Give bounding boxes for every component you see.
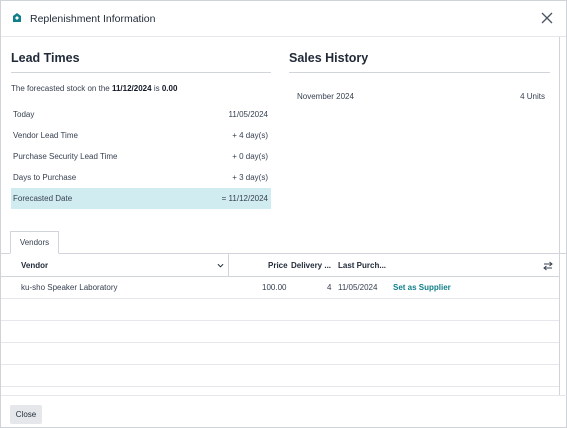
forecast-mid: is <box>153 84 160 93</box>
dialog-title: Replenishment Information <box>30 13 156 25</box>
sales-history-row: November 2024 4 Units <box>297 92 545 101</box>
lead-time-label: Vendor Lead Time <box>13 131 78 140</box>
lead-time-row-days-to-purchase: Days to Purchase + 3 day(s) <box>11 167 271 188</box>
sales-history-title: Sales History <box>289 51 369 65</box>
sales-period: November 2024 <box>297 92 354 101</box>
lead-time-value: 11/05/2024 <box>228 110 268 119</box>
optional-columns-icon[interactable] <box>543 261 553 271</box>
vendor-name: ku-sho Speaker Laboratory <box>21 283 118 292</box>
column-divider <box>228 254 229 277</box>
column-price[interactable]: Price <box>268 261 288 270</box>
table-row-empty <box>1 343 559 365</box>
forecast-date: 11/12/2024 <box>111 84 152 93</box>
sales-units: 4 Units <box>520 92 545 101</box>
column-delivery[interactable]: Delivery ... <box>291 261 331 270</box>
lead-time-value: + 3 day(s) <box>232 173 268 182</box>
inventory-app-icon <box>13 13 21 22</box>
replenishment-dialog: Replenishment Information Lead Times The… <box>0 0 567 428</box>
lead-time-label: Today <box>13 110 35 119</box>
forecast-qty: 0.00 <box>161 84 178 93</box>
lead-time-row-security: Purchase Security Lead Time + 0 day(s) <box>11 146 271 167</box>
dialog-footer: Close <box>1 395 567 428</box>
set-as-supplier-button[interactable]: Set as Supplier <box>393 283 451 292</box>
vendor-delivery: 4 <box>327 283 332 292</box>
forecast-summary: The forecasted stock on the 11/12/2024 i… <box>11 84 177 93</box>
lead-time-row-today: Today 11/05/2024 <box>11 104 271 125</box>
lead-times-divider <box>11 72 271 73</box>
lead-time-value: + 4 day(s) <box>232 131 268 140</box>
lead-time-label: Days to Purchase <box>13 173 77 182</box>
lead-time-row-forecasted-date: Forecasted Date = 11/12/2024 <box>11 188 271 209</box>
table-row-empty <box>1 299 559 321</box>
vendors-table-header: Vendor Price Delivery ... Last Purch... <box>1 254 559 277</box>
dialog-header: Replenishment Information <box>1 1 566 37</box>
column-vendor[interactable]: Vendor <box>21 261 48 270</box>
lead-time-label: Purchase Security Lead Time <box>13 152 118 161</box>
vendor-last-purchase: 11/05/2024 <box>338 283 378 292</box>
forecast-prefix: The forecasted stock on the <box>11 84 110 93</box>
lead-time-value: + 0 day(s) <box>232 152 268 161</box>
sales-history-divider <box>289 72 550 73</box>
lead-time-value: = 11/12/2024 <box>221 194 268 203</box>
table-row-empty <box>1 321 559 343</box>
scroll-edge <box>559 37 560 395</box>
table-row[interactable]: ku-sho Speaker Laboratory 100.00 4 11/05… <box>1 277 559 299</box>
lead-time-label: Forecasted Date <box>13 194 73 203</box>
close-icon[interactable] <box>540 11 554 25</box>
table-row-empty <box>1 365 559 387</box>
close-button[interactable]: Close <box>10 405 42 424</box>
lead-time-row-vendor: Vendor Lead Time + 4 day(s) <box>11 125 271 146</box>
lead-times-title: Lead Times <box>11 51 80 65</box>
tab-vendors[interactable]: Vendors <box>10 231 59 254</box>
chevron-down-icon[interactable] <box>217 262 224 269</box>
column-last-purchase[interactable]: Last Purch... <box>338 261 386 270</box>
vendor-price: 100.00 <box>262 283 287 292</box>
